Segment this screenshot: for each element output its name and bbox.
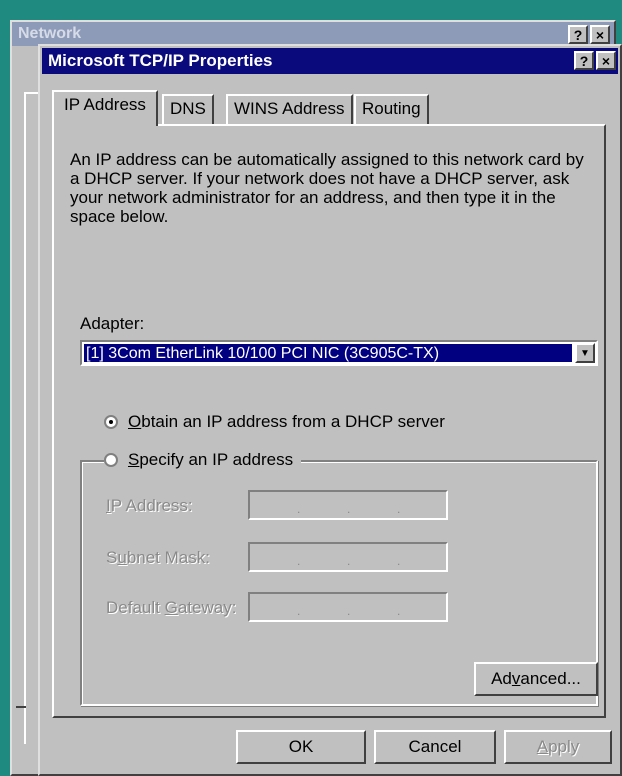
advanced-button[interactable]: Advanced... [474, 662, 598, 696]
ip-address-label: IP Address: [106, 496, 193, 515]
dialog-title: Microsoft TCP/IP Properties [48, 51, 273, 70]
adapter-selected-value: [1] 3Com EtherLink 10/100 PCI NIC (3C905… [84, 344, 572, 362]
radio-specify-label: Specify an IP address [128, 450, 294, 469]
tab-routing[interactable]: Routing [354, 94, 429, 124]
radio-specify-control[interactable] [104, 453, 118, 467]
network-help-button[interactable]: ? [568, 25, 588, 44]
tab-dns[interactable]: DNS [162, 94, 214, 124]
radio-dhcp-label: Obtain an IP address from a DHCP server [128, 412, 445, 431]
close-button[interactable]: × [596, 51, 616, 70]
dhcp-description: An IP address can be automatically assig… [70, 150, 584, 226]
network-close-button[interactable]: × [590, 25, 610, 44]
radio-dhcp-control[interactable] [104, 415, 118, 429]
help-button[interactable]: ? [574, 51, 594, 70]
tab-wins-address[interactable]: WINS Address [226, 94, 353, 124]
ip-address-field[interactable]: ... [248, 490, 448, 520]
radio-specify-ip[interactable]: Specify an IP address [104, 450, 302, 470]
default-gateway-label: Default Gateway: [106, 598, 237, 617]
default-gateway-field[interactable]: ... [248, 592, 448, 622]
tab-ip-address[interactable]: IP Address [52, 90, 158, 126]
network-title: Network [18, 25, 82, 42]
adapter-label: Adapter: [80, 314, 145, 333]
subnet-mask-field[interactable]: ... [248, 542, 448, 572]
chevron-down-icon[interactable]: ▼ [575, 343, 595, 363]
dialog-titlebar[interactable]: Microsoft TCP/IP Properties ? × [42, 48, 618, 74]
apply-button[interactable]: Apply [504, 730, 612, 764]
cancel-button[interactable]: Cancel [374, 730, 496, 764]
network-titlebar[interactable]: Network ? × [12, 22, 614, 46]
subnet-mask-label: Subnet Mask: [106, 548, 210, 567]
adapter-dropdown[interactable]: [1] 3Com EtherLink 10/100 PCI NIC (3C905… [80, 340, 598, 366]
tcpip-properties-dialog: Microsoft TCP/IP Properties ? × IP Addre… [38, 44, 622, 776]
radio-obtain-dhcp[interactable]: Obtain an IP address from a DHCP server [104, 412, 445, 432]
ok-button[interactable]: OK [236, 730, 366, 764]
